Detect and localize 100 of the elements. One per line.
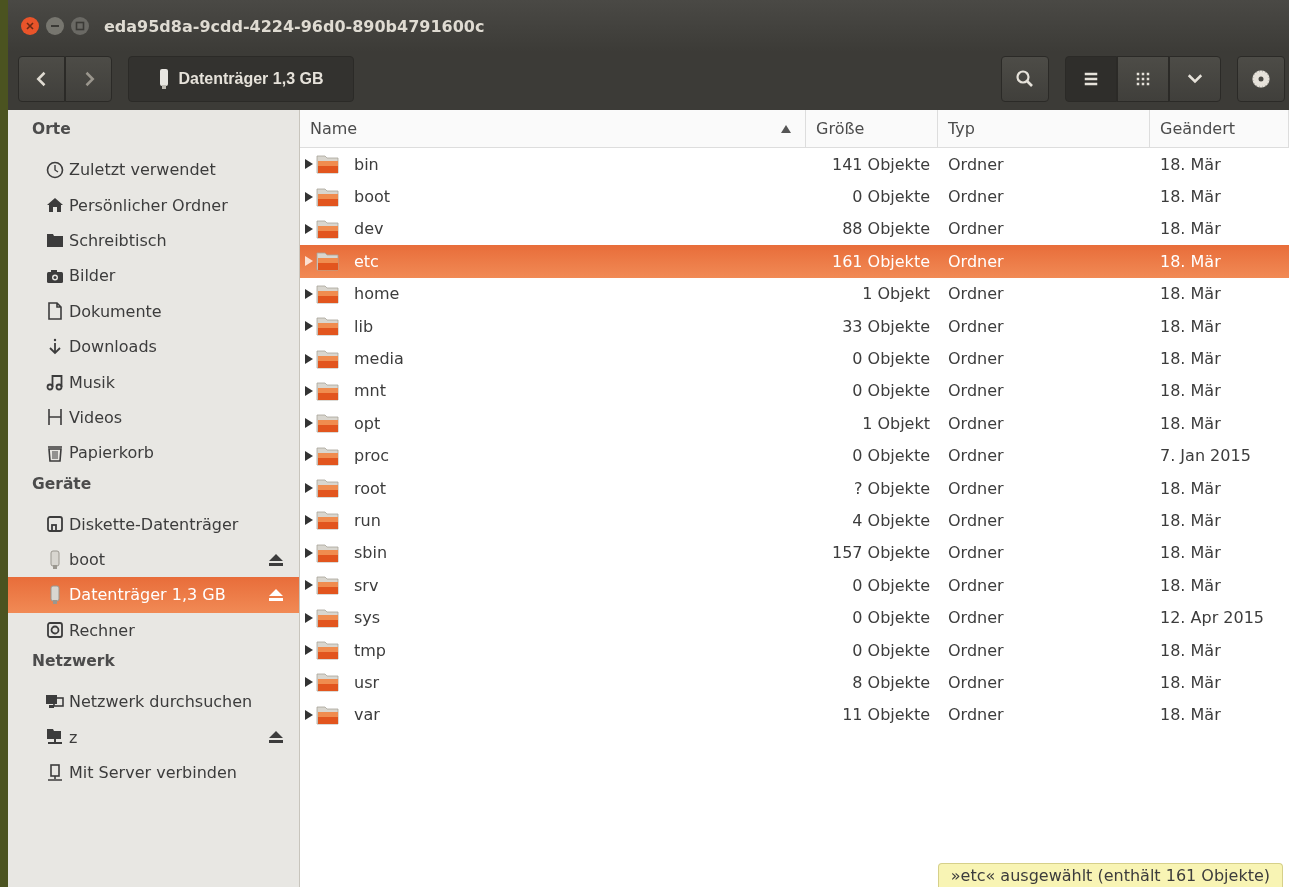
folder-icon — [316, 154, 340, 175]
table-row[interactable]: lib 33 Objekte Ordner 18. Mär — [300, 309, 1289, 343]
table-cell-text: Ordner — [947, 705, 1005, 725]
search-icon — [1015, 69, 1035, 89]
sidebar-item[interactable]: Schreibtisch — [8, 222, 299, 259]
expander-icon[interactable] — [304, 352, 314, 365]
list-view-button[interactable] — [1065, 56, 1117, 102]
expander-icon[interactable] — [304, 676, 314, 689]
expander-icon[interactable] — [304, 287, 314, 300]
column-header[interactable]: Typ — [938, 110, 1150, 147]
sidebar-item[interactable]: Persönlicher Ordner — [8, 187, 299, 223]
table-cell-text: 1 Objekt — [861, 413, 931, 433]
table-cell-text: Ordner — [947, 575, 1005, 595]
expander-icon[interactable] — [304, 708, 314, 721]
expander-icon[interactable] — [304, 482, 314, 495]
file-name: run — [354, 511, 381, 530]
table-cell-text: 8 Objekte — [851, 672, 931, 692]
sidebar-item[interactable]: Videos — [8, 399, 299, 436]
settings-button[interactable] — [1237, 56, 1285, 102]
expander-icon[interactable] — [304, 190, 314, 203]
sidebar-item[interactable]: Rechner — [8, 612, 299, 649]
table-row[interactable]: mnt 0 Objekte Ordner 18. Mär — [300, 374, 1289, 408]
table-row[interactable]: bin 141 Objekte Ordner 18. Mär — [300, 148, 1289, 181]
view-menu-button[interactable] — [1169, 56, 1221, 102]
folder-icon — [316, 283, 340, 304]
forward-button[interactable] — [65, 56, 112, 102]
table-cell-text: 141 Objekte — [830, 154, 931, 174]
table-row[interactable]: proc 0 Objekte Ordner 7. Jan 2015 — [300, 439, 1289, 472]
table-cell-text: 0 Objekte — [851, 446, 931, 466]
table-cell-text: 157 Objekte — [830, 543, 931, 563]
expander-icon[interactable] — [304, 579, 314, 592]
table-cell-text: 18. Mär — [1159, 316, 1222, 336]
table-row[interactable]: sbin 157 Objekte Ordner 18. Mär — [300, 536, 1289, 570]
column-header[interactable]: Größe — [806, 110, 938, 147]
folder-icon — [316, 413, 340, 434]
close-button[interactable] — [20, 16, 40, 36]
expander-icon[interactable] — [304, 546, 314, 559]
minimize-button[interactable] — [45, 16, 65, 36]
table-row[interactable]: usr 8 Objekte Ordner 18. Mär — [300, 666, 1289, 699]
table-row[interactable]: srv 0 Objekte Ordner 18. Mär — [300, 569, 1289, 602]
folder-icon — [316, 640, 340, 661]
table-row[interactable]: dev 88 Objekte Ordner 18. Mär — [300, 212, 1289, 246]
folder-icon — [316, 445, 340, 466]
sidebar-item[interactable]: boot — [8, 541, 299, 578]
eject-icon[interactable] — [267, 552, 285, 567]
table-cell-text: 33 Objekte — [841, 316, 931, 336]
table-cell-text: Ordner — [947, 511, 1005, 530]
expander-icon[interactable] — [304, 644, 314, 657]
sidebar-item[interactable]: Dokumente — [8, 293, 299, 329]
expander-icon[interactable] — [304, 514, 314, 527]
sidebar-item[interactable]: Downloads — [8, 328, 299, 365]
table-row[interactable]: root ? Objekte Ordner 18. Mär — [300, 471, 1289, 505]
file-name: lib — [354, 316, 374, 336]
folder-icon — [316, 218, 340, 239]
file-name: media — [354, 349, 404, 369]
table-cell-text: Ordner — [947, 478, 1005, 498]
eject-icon[interactable] — [267, 730, 285, 745]
expander-icon[interactable] — [304, 449, 314, 462]
column-header[interactable]: Name — [300, 110, 806, 147]
sidebar-item[interactable]: Musik — [8, 364, 299, 400]
table-row[interactable]: opt 1 Objekt Ordner 18. Mär — [300, 407, 1289, 440]
file-name: sbin — [354, 543, 388, 563]
table-row[interactable]: boot 0 Objekte Ordner 18. Mär — [300, 180, 1289, 213]
expander-icon[interactable] — [304, 222, 314, 235]
file-name: srv — [354, 575, 379, 595]
table-row[interactable]: sys 0 Objekte Ordner 12. Apr 2015 — [300, 601, 1289, 634]
table-row[interactable]: var 11 Objekte Ordner 18. Mär — [300, 698, 1289, 732]
expander-icon[interactable] — [304, 320, 314, 333]
sidebar-item[interactable]: Diskette-Datenträger — [8, 506, 299, 542]
column-header[interactable]: Geändert — [1150, 110, 1289, 147]
table-cell-text: 1 Objekt — [861, 284, 931, 304]
expander-icon[interactable] — [304, 417, 314, 430]
sidebar-item[interactable]: Netzwerk durchsuchen — [8, 684, 299, 720]
table-cell-text: Ordner — [947, 446, 1005, 466]
table-cell-text: 11 Objekte — [841, 705, 931, 725]
folder-icon — [316, 348, 340, 369]
table-row[interactable]: media 0 Objekte Ordner 18. Mär — [300, 342, 1289, 375]
table-cell-text: 0 Objekte — [851, 640, 931, 660]
expander-icon[interactable] — [304, 158, 314, 171]
back-button[interactable] — [18, 56, 65, 102]
folder-icon — [316, 251, 340, 272]
table-cell-text: Ordner — [947, 187, 1005, 207]
table-row[interactable]: run 4 Objekte Ordner 18. Mär — [300, 504, 1289, 537]
sidebar-item[interactable]: Papierkorb — [8, 435, 299, 471]
sidebar-item[interactable]: Zuletzt verwendet — [8, 152, 299, 188]
expander-icon[interactable] — [304, 611, 314, 624]
table-row[interactable]: tmp 0 Objekte Ordner 18. Mär — [300, 633, 1289, 667]
table-cell-text: Ordner — [947, 640, 1005, 660]
table-row[interactable]: home 1 Objekt Ordner 18. Mär — [300, 277, 1289, 310]
sidebar-item[interactable]: z — [8, 719, 299, 755]
table-cell-text: 18. Mär — [1159, 251, 1222, 271]
sidebar-item[interactable]: Mit Server verbinden — [8, 754, 299, 791]
sidebar-item[interactable]: Bilder — [8, 258, 299, 294]
table-cell-text: 18. Mär — [1159, 284, 1222, 304]
search-button[interactable] — [1001, 56, 1049, 102]
file-name: bin — [354, 154, 379, 174]
table-cell-text: 18. Mär — [1159, 640, 1222, 660]
location-button[interactable]: Datenträger 1,3 GB — [128, 56, 354, 102]
table-cell-text: 18. Mär — [1159, 705, 1222, 725]
expander-icon[interactable] — [304, 384, 314, 397]
